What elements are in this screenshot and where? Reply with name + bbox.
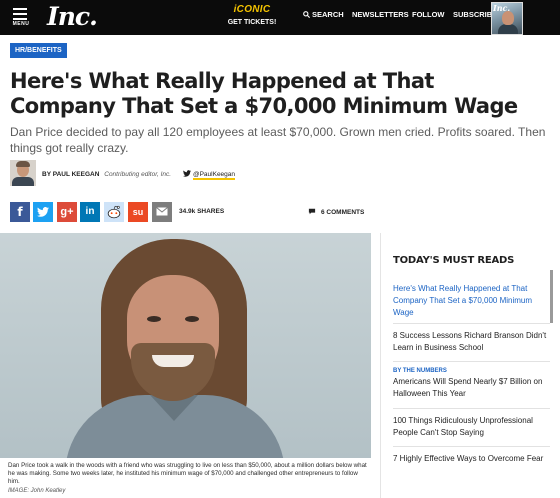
divider bbox=[393, 361, 550, 362]
image-caption: Dan Price took a walk in the woods with … bbox=[8, 462, 367, 485]
image-credit: IMAGE: John Keatley bbox=[8, 488, 66, 494]
must-read-item[interactable]: Here's What Really Happened at That Comp… bbox=[393, 283, 550, 319]
share-count: 34.9k SHARES bbox=[179, 208, 225, 215]
share-twitter-button[interactable] bbox=[33, 202, 53, 222]
comments-count: 6 COMMENTS bbox=[321, 209, 365, 216]
inc-logo[interactable]: Inc. bbox=[47, 1, 98, 32]
must-reads-title: TODAY'S MUST READS bbox=[393, 255, 515, 266]
article-dek: Dan Price decided to pay all 120 employe… bbox=[10, 125, 546, 155]
must-read-title: 100 Things Ridiculously Unprofessional P… bbox=[393, 416, 533, 437]
share-email-button[interactable] bbox=[152, 202, 172, 222]
must-read-title: Americans Will Spend Nearly $7 Billion o… bbox=[393, 377, 543, 398]
must-read-kicker: BY THE NUMBERS bbox=[393, 368, 447, 374]
googleplus-icon: g+ bbox=[60, 206, 74, 218]
must-read-item[interactable]: 7 Highly Effective Ways to Overcome Fear bbox=[393, 453, 550, 465]
must-read-title: Here's What Really Happened at That Comp… bbox=[393, 284, 533, 317]
byline: BY PAUL KEEGAN Contributing editor, Inc. bbox=[42, 170, 171, 179]
menu-label: MENU bbox=[12, 21, 30, 27]
must-read-item[interactable]: 8 Success Lessons Richard Branson Didn't… bbox=[393, 330, 550, 354]
newsletters-link[interactable]: NEWSLETTERS bbox=[352, 10, 409, 20]
category-tag[interactable]: HR/BENEFITS bbox=[10, 43, 67, 58]
share-reddit-button[interactable] bbox=[104, 202, 124, 222]
follow-link[interactable]: FOLLOW bbox=[412, 10, 445, 20]
share-facebook-button[interactable]: f bbox=[10, 202, 30, 222]
iconic-promo-link[interactable]: iCONIC GET TICKETS! bbox=[221, 4, 283, 28]
twitter-bird-icon bbox=[183, 170, 191, 177]
author-title: Contributing editor, Inc. bbox=[104, 171, 172, 178]
share-linkedin-button[interactable]: in bbox=[80, 202, 100, 222]
menu-button[interactable]: MENU bbox=[10, 6, 32, 30]
divider bbox=[393, 323, 550, 324]
hero-image bbox=[0, 233, 371, 458]
author-avatar[interactable] bbox=[10, 160, 36, 186]
reddit-icon bbox=[107, 205, 121, 219]
share-googleplus-button[interactable]: g+ bbox=[57, 202, 77, 222]
author-twitter-link[interactable]: @PaulKeegan bbox=[183, 170, 236, 180]
must-read-title: 8 Success Lessons Richard Branson Didn't… bbox=[393, 331, 547, 352]
top-nav-bar: MENU Inc. iCONIC GET TICKETS! SEARCH NEW… bbox=[0, 0, 560, 35]
share-stumbleupon-button[interactable]: su bbox=[128, 202, 148, 222]
search-icon bbox=[303, 11, 310, 18]
promo-subtitle: GET TICKETS! bbox=[227, 19, 277, 26]
comments-link[interactable]: 6 COMMENTS bbox=[308, 208, 364, 216]
divider bbox=[393, 446, 550, 447]
comment-bubble-icon bbox=[308, 208, 316, 215]
search-button[interactable]: SEARCH bbox=[303, 10, 344, 20]
must-read-item[interactable]: BY THE NUMBERS Americans Will Spend Near… bbox=[393, 367, 550, 400]
author-name[interactable]: BY PAUL KEEGAN bbox=[42, 171, 99, 178]
magazine-cover-thumbnail[interactable]: Inc. bbox=[491, 2, 523, 35]
twitter-icon bbox=[37, 207, 49, 217]
divider bbox=[393, 408, 550, 409]
sidebar-divider-line bbox=[380, 233, 381, 498]
email-icon bbox=[156, 207, 168, 216]
twitter-handle: @PaulKeegan bbox=[193, 171, 236, 180]
must-read-title: 7 Highly Effective Ways to Overcome Fear bbox=[393, 454, 544, 463]
stumbleupon-icon: su bbox=[132, 207, 144, 217]
article-headline: Here's What Really Happened at That Comp… bbox=[10, 69, 518, 118]
linkedin-icon: in bbox=[85, 206, 95, 217]
must-read-item[interactable]: 100 Things Ridiculously Unprofessional P… bbox=[393, 415, 550, 439]
promo-title: iCONIC bbox=[233, 4, 271, 15]
sidebar-scrollbar[interactable] bbox=[550, 270, 553, 323]
facebook-icon: f bbox=[17, 205, 23, 219]
